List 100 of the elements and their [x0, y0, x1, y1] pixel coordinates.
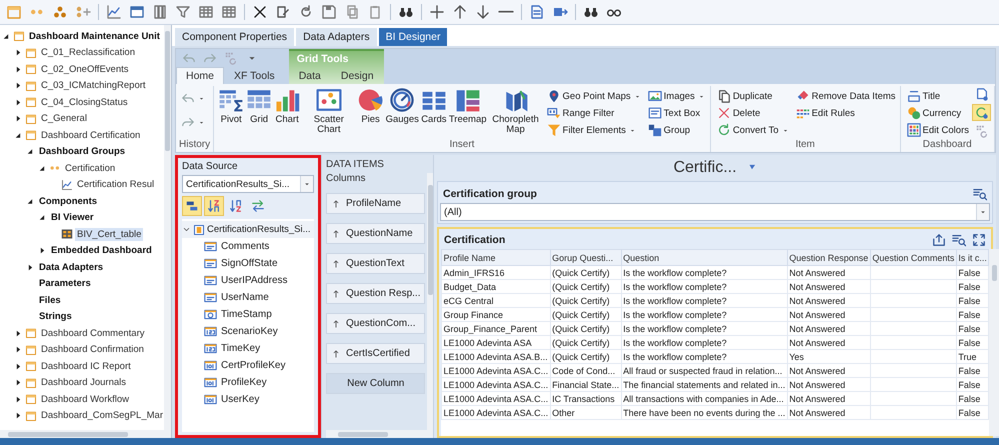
ribbon-button[interactable]: Grid: [245, 86, 274, 126]
ribbon-tab[interactable]: Data: [288, 67, 331, 84]
ribbon-button[interactable]: Scatter Chart: [301, 86, 357, 137]
ribbon-button[interactable]: Cards: [420, 86, 448, 126]
tree-item[interactable]: C_General: [39, 112, 89, 126]
ribbon-button[interactable]: Group: [646, 122, 707, 138]
ribbon-tab[interactable]: XF Tools: [224, 67, 285, 84]
field-item[interactable]: CertProfileKey: [221, 360, 286, 371]
ribbon-button[interactable]: Gauges: [384, 86, 420, 126]
table-cell: All fraud or suspected fraud in relation...: [621, 364, 788, 378]
field-item[interactable]: ScenarioKey: [221, 326, 278, 337]
data-item[interactable]: ProfileName: [326, 193, 426, 214]
column-header[interactable]: Question Comments: [870, 250, 956, 266]
data-source-dropdown[interactable]: CertificationResults_Si...: [182, 175, 314, 193]
ribbon-button[interactable]: Images: [646, 88, 707, 104]
ribbon-button[interactable]: Duplicate: [716, 88, 791, 104]
refresh-gear-icon: [974, 106, 988, 120]
column-header[interactable]: Question Response: [787, 250, 870, 266]
field-item[interactable]: TimeStamp: [221, 309, 272, 320]
ribbon-button[interactable]: Edit Colors: [906, 122, 970, 138]
tree-item[interactable]: BIV_Cert_table: [75, 228, 144, 241]
tree-item[interactable]: Dashboard Commentary: [39, 326, 146, 340]
data-item[interactable]: New Column: [326, 373, 426, 394]
tree-item[interactable]: Certification: [63, 162, 118, 175]
tree-item[interactable]: C_04_ClosingStatus: [39, 96, 130, 109]
tree-item[interactable]: Certification Resul: [75, 178, 156, 192]
field-item[interactable]: UserKey: [221, 394, 260, 405]
frame-icon: [25, 410, 37, 422]
toolbar-button[interactable]: [204, 196, 224, 216]
column-header[interactable]: Profile Name: [442, 250, 550, 266]
group-label: Dashboard: [922, 139, 973, 152]
ribbon-tab[interactable]: Home: [176, 67, 224, 84]
data-item[interactable]: Question Resp...: [326, 283, 426, 304]
tree-item[interactable]: Dashboard Workflow: [39, 392, 132, 406]
ribbon-button[interactable]: Treemap: [448, 86, 488, 126]
frame-icon: [25, 96, 37, 108]
field-item[interactable]: ProfileKey: [221, 377, 267, 388]
tree-item[interactable]: Files: [37, 294, 63, 307]
tree-item[interactable]: Dashboard Confirmation: [39, 343, 146, 356]
data-item[interactable]: QuestionCom...: [326, 313, 426, 334]
coins-icon: [906, 106, 921, 120]
tree-item[interactable]: Parameters: [37, 277, 93, 290]
data-item[interactable]: CertIsCertified: [326, 343, 426, 364]
table-cell: Not Answered: [787, 364, 870, 378]
tree-item[interactable]: Strings: [37, 310, 74, 324]
tree-item[interactable]: Dashboard Groups: [37, 145, 128, 158]
toolbar-button[interactable]: [182, 196, 202, 216]
close-icon: [252, 4, 268, 20]
tree-item[interactable]: Dashboard Maintenance Unit: [27, 30, 162, 43]
horizontal-scrollbar[interactable]: [0, 430, 171, 438]
ribbon-tab[interactable]: Design: [330, 67, 384, 84]
tree-item[interactable]: Embedded Dashboard: [49, 244, 154, 258]
tree-item[interactable]: C_01_Reclassification: [39, 46, 137, 60]
column-header[interactable]: Gorup Questi...: [550, 250, 622, 266]
tab[interactable]: Component Properties: [175, 28, 294, 46]
ribbon-button[interactable]: Filter Elements: [546, 122, 643, 138]
ribbon-button[interactable]: Delete: [716, 105, 791, 121]
toggle-button[interactable]: [972, 104, 991, 121]
data-item[interactable]: QuestionText: [326, 253, 426, 274]
tree-item[interactable]: Components: [37, 194, 100, 208]
ribbon-button[interactable]: Currency: [906, 105, 970, 121]
field-item[interactable]: TimeKey: [221, 343, 260, 354]
column-header[interactable]: Is it c...: [956, 250, 989, 266]
frame-icon: [25, 112, 37, 125]
tree-item[interactable]: Dashboard Certification: [39, 128, 142, 142]
tree-item[interactable]: Dashboard Journals: [39, 376, 128, 390]
tab[interactable]: BI Designer: [378, 28, 448, 46]
tree-item[interactable]: Data Adapters: [37, 260, 106, 274]
tree-item[interactable]: BI Viewer: [49, 211, 96, 224]
table-cell: Not Answered: [787, 406, 870, 420]
tree-item[interactable]: Dashboard IC Report: [39, 360, 133, 373]
field-item[interactable]: UserName: [221, 292, 269, 303]
vertical-scrollbar[interactable]: [989, 249, 999, 436]
tree-item[interactable]: C_03_ICMatchingReport: [39, 79, 148, 92]
tree-item[interactable]: C_02_OneOffEvents: [39, 62, 130, 76]
table-cell: LE1000 Adevinta ASA.C...: [442, 392, 550, 406]
ribbon-button[interactable]: Title: [906, 88, 970, 104]
vertical-scrollbar[interactable]: [427, 173, 433, 430]
ribbon-button[interactable]: Range Filter: [546, 105, 643, 121]
ribbon-button[interactable]: Pivot: [217, 86, 246, 126]
ribbon-button[interactable]: Convert To: [716, 122, 791, 138]
field-item[interactable]: SignOffState: [221, 258, 278, 269]
text-type-icon: [204, 240, 217, 253]
ribbon-button[interactable]: Edit Rules: [794, 105, 897, 121]
data-source-label: Data Source: [182, 161, 239, 172]
ribbon-button[interactable]: Remove Data Items: [794, 88, 897, 104]
filter-dropdown[interactable]: (All): [440, 203, 990, 221]
ribbon-button[interactable]: Geo Point Maps: [546, 88, 643, 104]
vertical-scrollbar[interactable]: [164, 25, 171, 430]
ribbon-button[interactable]: Choropleth Map: [488, 86, 544, 137]
column-header[interactable]: Question: [621, 250, 788, 266]
field-item[interactable]: UserIPAddress: [221, 275, 288, 286]
field-item[interactable]: Comments: [221, 241, 270, 252]
data-item[interactable]: QuestionName: [326, 223, 426, 244]
ribbon-button[interactable]: Chart: [273, 86, 302, 126]
tree-item[interactable]: Dashboard_ComSegPL_Mar: [39, 409, 164, 422]
tab[interactable]: Data Adapters: [296, 28, 377, 46]
ribbon-button[interactable]: Text Box: [646, 105, 707, 121]
ribbon-button[interactable]: Pies: [356, 86, 385, 126]
horizontal-scrollbar[interactable]: [326, 430, 433, 438]
